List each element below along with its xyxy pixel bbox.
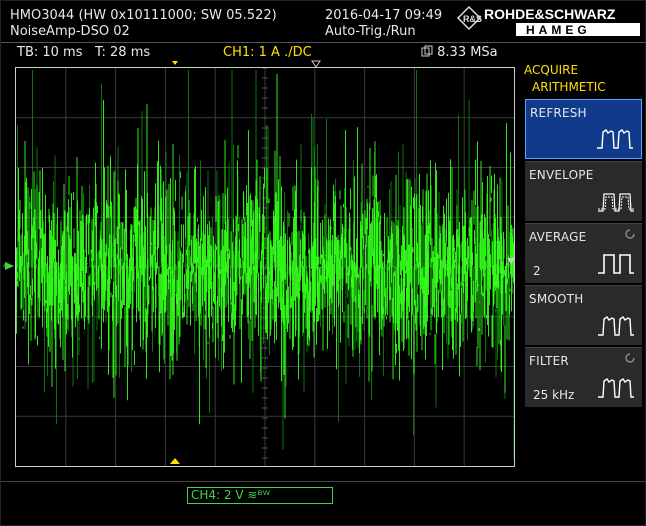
rotary-knob-icon [625, 229, 635, 239]
menu-item-label: FILTER [529, 354, 569, 368]
brand-bottom: HAMEG [526, 23, 591, 37]
menu-item-label: REFRESH [530, 106, 587, 120]
sample-rate-readout: 8.33 MSa [421, 45, 498, 60]
rotary-knob-icon [625, 353, 635, 363]
average-pulse-icon [598, 254, 634, 274]
brand-top: ROHDE&SCHWARZ [484, 6, 616, 22]
envelope-pulse-icon [598, 193, 634, 212]
memory-icon [421, 45, 433, 57]
ch4-ground-marker[interactable]: 4 [3, 259, 17, 273]
bottom-trigger-marker [170, 458, 180, 464]
trigger-position-marker [172, 61, 178, 65]
channel1-readout[interactable]: CH1: 1 A ./DC [223, 45, 312, 60]
channel4-readout[interactable]: CH4: 2 V ≋ᴮᵂ [187, 487, 333, 504]
menu-item-average[interactable]: AVERAGE 2 [525, 223, 642, 283]
menu-item-refresh[interactable]: REFRESH [525, 99, 642, 159]
filter-pulse-icon [598, 378, 634, 398]
menu-item-label: AVERAGE [529, 230, 587, 244]
instrument-info: HMO3044 (HW 0x10111000; SW 05.522) [10, 8, 277, 23]
trigger-time-readout[interactable]: T: 28 ms [95, 45, 150, 60]
menu-item-label: ENVELOPE [529, 168, 594, 182]
menu-item-value: 2 [533, 264, 541, 278]
brand-logo: R&S ROHDE&SCHWARZ HAMEG [456, 5, 642, 38]
trigger-mode: Auto-Trig./Run [325, 24, 416, 39]
svg-text:R&S: R&S [463, 14, 482, 24]
datetime: 2016-04-17 09:49 [325, 8, 443, 23]
menu-title-acquire: ACQUIRE [524, 63, 579, 77]
trigger-level-marker[interactable] [506, 256, 516, 266]
menu-item-envelope[interactable]: ENVELOPE [525, 161, 642, 221]
sample-rate: 8.33 MSa [437, 45, 498, 60]
menu-item-label: SMOOTH [529, 292, 584, 306]
menu-item-filter[interactable]: FILTER 25 kHz [525, 347, 642, 407]
menu-item-smooth[interactable]: SMOOTH [525, 285, 642, 345]
svg-text:4: 4 [3, 261, 8, 270]
smooth-pulse-icon [598, 316, 634, 336]
menu-title-arithmetic: ARITHMETIC [532, 80, 606, 94]
timebase-readout[interactable]: TB: 10 ms [17, 45, 82, 60]
setup-name: NoiseAmp-DSO 02 [10, 24, 130, 39]
rs-diamond-icon: R&S [456, 5, 482, 31]
waveform-grid[interactable] [15, 67, 515, 467]
oscilloscope-screen: HMO3044 (HW 0x10111000; SW 05.522) Noise… [0, 0, 646, 526]
menu-item-value: 25 kHz [533, 388, 575, 402]
refresh-pulse-icon [597, 129, 633, 149]
